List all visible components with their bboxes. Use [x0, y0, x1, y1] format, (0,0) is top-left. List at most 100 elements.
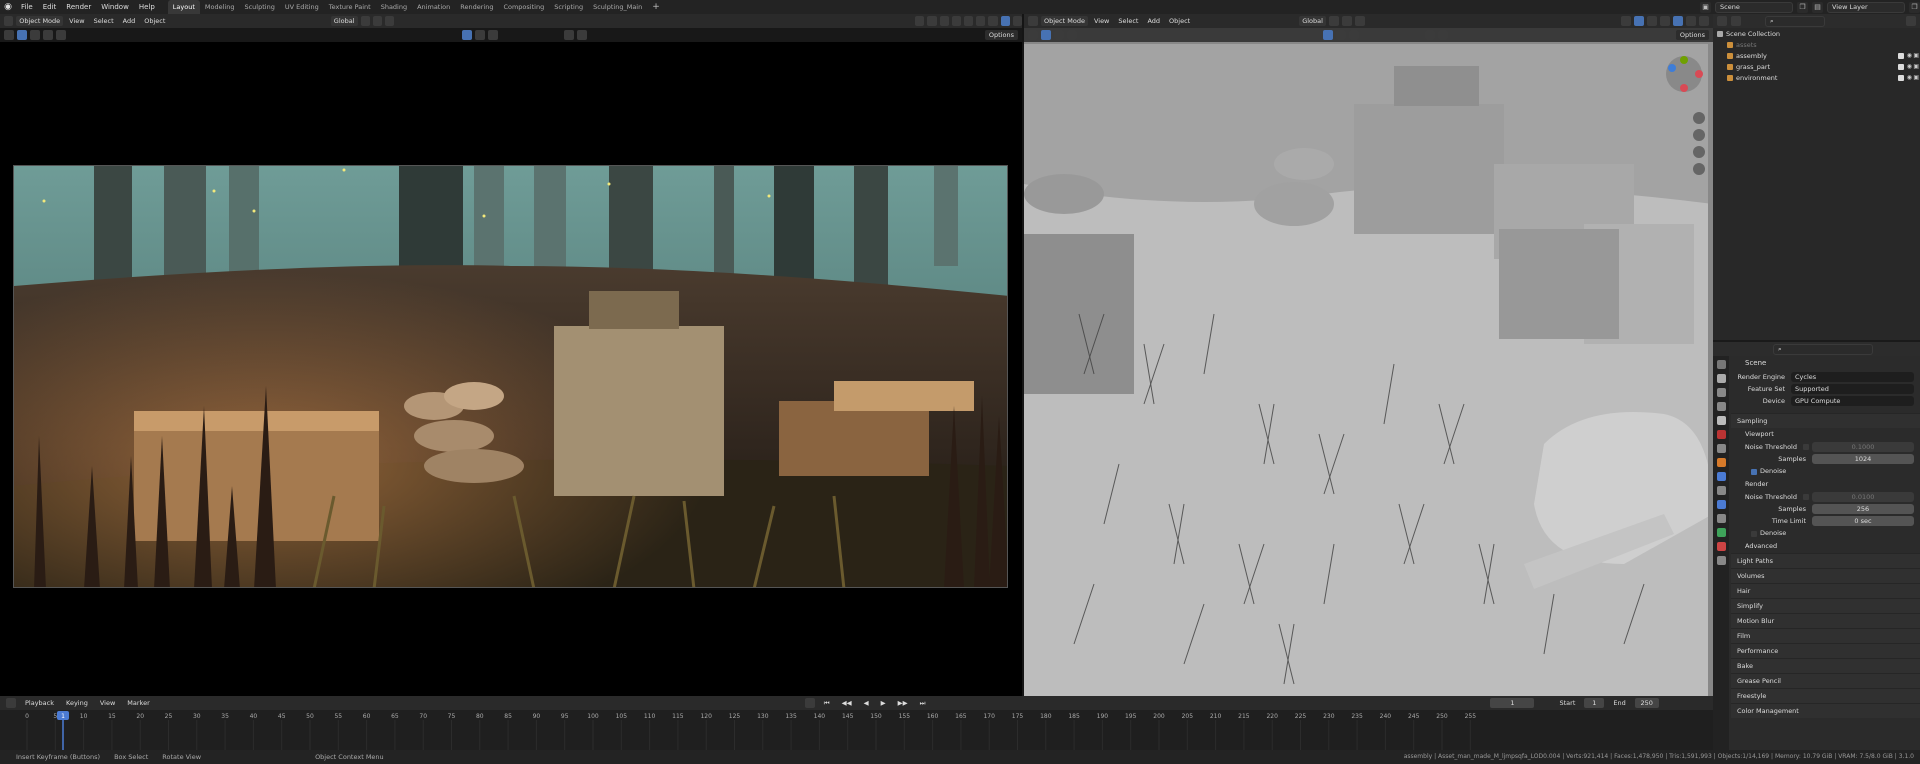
outliner-editor-icon[interactable] [1717, 16, 1727, 26]
tab-rendering[interactable]: Rendering [455, 0, 498, 14]
jump-start-icon[interactable]: ⏮ [821, 699, 833, 708]
camera-icon[interactable]: ▣ [1913, 52, 1919, 59]
record-icon[interactable] [804, 698, 815, 708]
light-paths-section[interactable]: Light Paths [1731, 553, 1920, 568]
simplify-section[interactable]: Simplify [1731, 598, 1920, 613]
transform-orientation[interactable]: Global [330, 16, 358, 26]
gizmo-icon[interactable] [1633, 16, 1644, 26]
menu-add[interactable]: Add [120, 17, 139, 25]
rendered-shading-icon[interactable] [1698, 16, 1709, 26]
tab-layout[interactable]: Layout [167, 0, 200, 14]
material-shading-icon[interactable] [1685, 16, 1696, 26]
eye-icon[interactable]: ◉ [1907, 74, 1912, 81]
blender-logo-icon[interactable]: ◉ [0, 0, 16, 14]
object-types-icon[interactable] [1336, 30, 1346, 40]
tab-sculpting[interactable]: Sculpting [239, 0, 279, 14]
view-layer-tab-icon[interactable] [1716, 402, 1726, 411]
proportional-edit-icon[interactable] [1354, 16, 1365, 26]
mode-selector[interactable]: Object Mode [1041, 16, 1088, 26]
feature-set-select[interactable]: Supported [1791, 384, 1914, 394]
select-subtract-icon[interactable] [43, 30, 53, 40]
menu-keying[interactable]: Keying [63, 698, 91, 708]
denoise-checkbox[interactable] [1751, 530, 1757, 537]
color-management-section[interactable]: Color Management [1731, 703, 1920, 718]
menu-view[interactable]: View [1091, 17, 1112, 25]
constraints-tab-icon[interactable] [1716, 514, 1726, 523]
viewport-samples-field[interactable]: 1024 [1812, 454, 1914, 464]
pause-render-icon[interactable] [1012, 16, 1023, 26]
filter-icon[interactable] [1438, 30, 1448, 40]
active-tool-icon[interactable] [1028, 30, 1038, 40]
outliner-search-input[interactable]: ⌕ [1765, 15, 1825, 27]
collection-icon[interactable] [1425, 30, 1435, 40]
device-select[interactable]: GPU Compute [1791, 396, 1914, 406]
select-extend-icon[interactable] [1054, 30, 1064, 40]
play-reverse-icon[interactable]: ◀ [861, 699, 872, 707]
outliner-scene-collection[interactable]: Scene Collection [1713, 28, 1920, 39]
menu-file[interactable]: File [16, 0, 38, 14]
menu-help[interactable]: Help [134, 0, 160, 14]
tab-sculpting-main[interactable]: Sculpting_Main [588, 0, 647, 14]
xray-icon[interactable] [951, 16, 962, 26]
data-tab-icon[interactable] [1716, 528, 1726, 537]
eye-icon[interactable]: ◉ [1907, 52, 1912, 59]
solid-shading-icon[interactable] [976, 16, 986, 26]
scene-tab-icon[interactable] [1716, 416, 1726, 425]
rendered-shading-icon[interactable] [1000, 16, 1010, 26]
tab-texture-paint[interactable]: Texture Paint [324, 0, 376, 14]
outliner-item-grass-part[interactable]: grass_part ◉ ▣ [1713, 61, 1920, 72]
material-shading-icon[interactable] [988, 16, 998, 26]
outliner-item-environment[interactable]: environment ◉ ▣ [1713, 72, 1920, 83]
advanced-subsection[interactable]: Advanced [1731, 540, 1920, 553]
tab-animation[interactable]: Animation [412, 0, 455, 14]
display-mode-icon[interactable] [1731, 16, 1741, 26]
material-tab-icon[interactable] [1716, 542, 1726, 551]
physics-tab-icon[interactable] [1716, 500, 1726, 509]
menu-edit[interactable]: Edit [38, 0, 62, 14]
select-box-icon[interactable] [17, 30, 27, 40]
menu-add[interactable]: Add [1144, 17, 1163, 25]
current-frame-field[interactable]: 1 [1490, 698, 1535, 708]
select-box-icon[interactable] [1041, 30, 1051, 40]
viewport-search-icon[interactable] [488, 30, 498, 40]
properties-search-input[interactable]: ⌕ [1773, 343, 1873, 355]
outliner-filter-icon[interactable] [1906, 16, 1916, 26]
overlay-icon[interactable] [939, 16, 949, 26]
outliner-item-assets[interactable]: assets [1713, 39, 1920, 50]
wireframe-shading-icon[interactable] [964, 16, 974, 26]
end-frame-field[interactable]: 250 [1634, 698, 1659, 708]
snap-icon[interactable] [372, 16, 382, 26]
output-tab-icon[interactable] [1716, 388, 1726, 397]
copy-scene-button[interactable]: ❐ [1797, 1, 1808, 13]
motion-blur-section[interactable]: Motion Blur [1731, 613, 1920, 628]
visibility-icon[interactable] [1620, 16, 1631, 26]
performance-section[interactable]: Performance [1731, 643, 1920, 658]
filter-icon[interactable] [577, 30, 587, 40]
wireframe-shading-icon[interactable] [1659, 16, 1670, 26]
timeline-ruler[interactable]: 0 5 10 15 20 25 30 35 40 45 50 55 60 65 70 75 80 85 90 95 10… [0, 710, 1713, 750]
noise-threshold-checkbox[interactable] [1803, 444, 1809, 450]
visibility-icon[interactable] [915, 16, 925, 26]
start-frame-field[interactable]: 1 [1584, 698, 1605, 708]
modifier-tab-icon[interactable] [1716, 472, 1726, 481]
active-tool-icon[interactable] [4, 30, 14, 40]
world-tab-icon[interactable] [1716, 430, 1726, 439]
copy-view-layer-button[interactable]: ❐ [1909, 1, 1920, 13]
scene-icon[interactable]: ▣ [1700, 1, 1711, 13]
prev-keyframe-icon[interactable]: ◀◀ [839, 699, 855, 707]
snap-icon[interactable] [1341, 16, 1352, 26]
view-layer-selector[interactable]: View Layer [1827, 1, 1905, 13]
menu-view[interactable]: View [97, 698, 118, 708]
collection-icon[interactable] [564, 30, 574, 40]
exclude-checkbox[interactable] [1898, 74, 1904, 81]
particles-tab-icon[interactable] [1716, 486, 1726, 495]
pivot-icon[interactable] [360, 16, 370, 26]
select-extend-icon[interactable] [30, 30, 40, 40]
jump-end-icon[interactable]: ⏭ [917, 699, 929, 708]
viewport-denoise-row[interactable]: Denoise [1731, 465, 1920, 478]
transform-orientation[interactable]: Global [1299, 16, 1326, 26]
menu-playback[interactable]: Playback [22, 698, 57, 708]
render-samples-field[interactable]: 256 [1812, 504, 1914, 514]
render-subsection[interactable]: Render [1731, 478, 1920, 491]
object-types-icon[interactable] [475, 30, 485, 40]
